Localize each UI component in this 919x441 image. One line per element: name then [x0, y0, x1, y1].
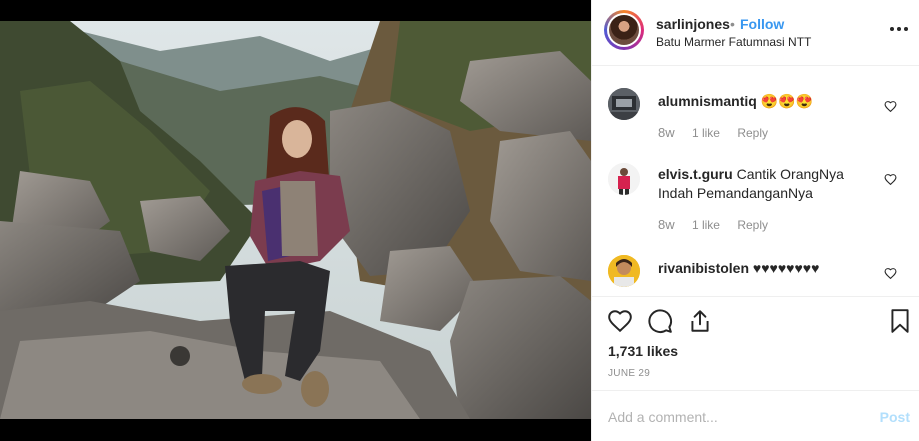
comment-meta: 8w 1 like Reply [658, 125, 782, 140]
comment-input[interactable] [608, 405, 863, 429]
post-image-panel [0, 0, 591, 441]
bookmark-icon[interactable] [887, 308, 913, 334]
more-options-icon[interactable] [888, 18, 910, 40]
comment-text: alumnismantiq 😍😍😍 [658, 92, 878, 111]
heart-icon[interactable] [607, 308, 633, 334]
comment-meta: 8w 1 like Reply [658, 217, 782, 232]
comment-username[interactable]: rivanibistolen [658, 260, 749, 276]
commenter-avatar[interactable] [608, 163, 640, 195]
post-action-bar [592, 296, 919, 344]
post-photo[interactable] [0, 21, 591, 419]
comment-composer: Post [592, 390, 919, 441]
comment-username[interactable]: alumnismantiq [658, 93, 757, 109]
comment-age[interactable]: 8w [658, 217, 675, 232]
post-date[interactable]: JUNE 29 [608, 368, 650, 379]
comment-like-count[interactable]: 1 like [692, 126, 720, 140]
comment-body: 😍😍😍 [760, 93, 813, 109]
comment-like-heart-icon[interactable] [884, 100, 897, 113]
comment-body: ♥♥♥♥♥♥♥♥ [752, 260, 820, 276]
comment-icon[interactable] [647, 308, 673, 334]
commenter-avatar[interactable] [608, 255, 640, 287]
avatar-photo [608, 255, 640, 287]
author-avatar[interactable] [604, 10, 644, 50]
commenter-avatar[interactable] [608, 88, 640, 120]
share-icon[interactable] [687, 308, 713, 334]
author-username[interactable]: sarlinjones [656, 16, 730, 32]
comment-username[interactable]: elvis.t.guru [658, 166, 733, 182]
like-count[interactable]: 1,731 likes [608, 343, 678, 359]
comment-like-heart-icon[interactable] [884, 267, 897, 280]
avatar-photo [608, 163, 640, 195]
comment-list: alumnismantiq 😍😍😍 8w 1 like Reply elvis.… [592, 66, 919, 296]
follow-button[interactable]: Follow [740, 16, 784, 32]
comment-age[interactable]: 8w [658, 125, 675, 140]
post-header: sarlinjones • Follow Batu Marmer Fatumna… [592, 0, 919, 66]
photo-scene [0, 21, 591, 419]
comment-text: elvis.t.guru Cantik OrangNya Indah Peman… [658, 165, 876, 203]
comment-like-heart-icon[interactable] [884, 173, 897, 186]
reply-button[interactable]: Reply [737, 218, 768, 232]
post-side-panel: sarlinjones • Follow Batu Marmer Fatumna… [591, 0, 919, 441]
avatar-photo [608, 88, 640, 120]
comment-like-count[interactable]: 1 like [692, 218, 720, 232]
header-separator: • [730, 16, 735, 32]
comment-text: rivanibistolen ♥♥♥♥♥♥♥♥ [658, 259, 878, 278]
post-comment-button[interactable]: Post [880, 409, 910, 425]
reply-button[interactable]: Reply [737, 126, 768, 140]
post-location[interactable]: Batu Marmer Fatumnasi NTT [656, 35, 811, 49]
author-avatar-photo [609, 15, 639, 45]
